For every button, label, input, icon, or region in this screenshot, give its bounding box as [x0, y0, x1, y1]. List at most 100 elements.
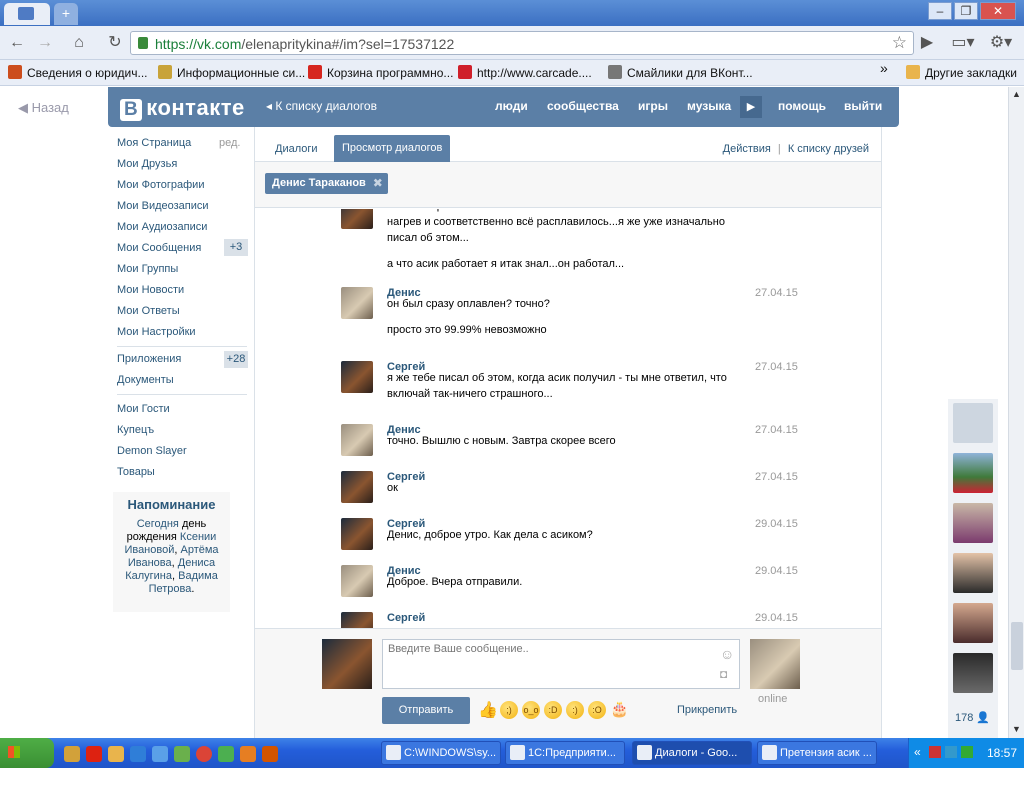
quicklaunch-icon[interactable] — [262, 746, 278, 762]
menu-item[interactable]: Мои Аудиозаписи — [117, 221, 207, 233]
play-icon[interactable]: ▶ — [916, 33, 938, 53]
peer-chip[interactable]: Денис Тараканов ✖ — [265, 173, 388, 194]
edit-link[interactable]: ред. — [219, 137, 240, 149]
friend-avatar[interactable] — [953, 553, 993, 593]
message-avatar[interactable] — [341, 209, 373, 229]
menu-item[interactable]: Мои Новости — [117, 284, 184, 296]
menu-item[interactable]: Мои Фотографии — [117, 179, 204, 191]
grin-emoji-icon[interactable]: :D — [544, 701, 562, 719]
to-dialog-list-link[interactable]: ◂ К списку диалогов — [266, 99, 377, 113]
new-tab-button[interactable]: + — [54, 3, 78, 25]
friend-avatar[interactable] — [953, 453, 993, 493]
dog-avatar-icon[interactable] — [953, 403, 993, 443]
wink-emoji-icon[interactable]: ;) — [500, 701, 518, 719]
quicklaunch-icon[interactable] — [108, 746, 124, 762]
menu-item-apps[interactable]: Приложения — [117, 353, 181, 365]
menu-item[interactable]: Мои Настройки — [117, 326, 196, 338]
reload-icon[interactable]: ↻ — [104, 33, 126, 53]
quicklaunch-icon[interactable] — [218, 746, 234, 762]
bookmark-item[interactable]: Информационные си... — [158, 65, 305, 81]
tab-view-dialogs[interactable]: Просмотр диалогов — [334, 135, 451, 162]
address-bar[interactable]: https://vk.com/elenapritykina#/im?sel=17… — [130, 31, 914, 55]
scroll-up-icon[interactable]: ▲ — [1012, 89, 1021, 99]
vk-logo[interactable]: Вконтакте — [120, 95, 245, 121]
attach-link[interactable]: Прикрепить — [677, 704, 737, 716]
quicklaunch-icon[interactable] — [64, 746, 80, 762]
menu-item[interactable]: Demon Slayer — [117, 445, 187, 457]
taskbar-button[interactable]: 1С:Предприяти... — [505, 741, 625, 765]
close-window-button[interactable]: ✕ — [980, 2, 1016, 20]
menu-item[interactable]: Товары — [117, 466, 155, 478]
nav-logout[interactable]: выйти — [844, 99, 882, 113]
tray-icon[interactable] — [961, 746, 973, 758]
tray-expand-icon[interactable]: « — [914, 745, 921, 759]
music-play-icon[interactable]: ▶ — [740, 96, 762, 118]
messages-count-badge[interactable]: +3 — [224, 239, 248, 256]
taskbar-button[interactable]: Претензия асик ... — [757, 741, 877, 765]
message-author[interactable]: Сергей — [387, 612, 425, 624]
message-input[interactable] — [382, 639, 740, 689]
thumbs-up-icon[interactable]: 👍 — [478, 700, 498, 720]
tab-dialogs[interactable]: Диалоги — [275, 143, 318, 155]
reminder-today-link[interactable]: Сегодня — [137, 518, 179, 530]
friend-avatar[interactable] — [953, 603, 993, 643]
page-menu-icon[interactable]: ▭▾ — [950, 33, 976, 53]
menu-item[interactable]: Мои Гости — [117, 403, 170, 415]
menu-item[interactable]: Мои Ответы — [117, 305, 180, 317]
send-button[interactable]: Отправить — [382, 697, 470, 724]
maximize-button[interactable]: ❐ — [954, 2, 978, 20]
close-peer-icon[interactable]: ✖ — [373, 173, 383, 194]
forward-arrow-icon[interactable]: → — [34, 33, 56, 53]
friends-count[interactable]: 178 👤 — [955, 711, 990, 724]
menu-item[interactable]: Мои Группы — [117, 263, 178, 275]
camera-icon[interactable]: ◘ — [720, 667, 727, 681]
message-avatar[interactable] — [341, 361, 373, 393]
message-avatar[interactable] — [341, 612, 373, 628]
home-icon[interactable]: ⌂ — [68, 33, 90, 53]
bookmark-item[interactable]: http://www.carcade.... — [458, 65, 592, 81]
eye-roll-emoji-icon[interactable]: o_o — [522, 701, 540, 719]
message-avatar[interactable] — [341, 471, 373, 503]
minimize-button[interactable]: – — [928, 2, 952, 20]
back-arrow-icon[interactable]: ← — [6, 33, 28, 53]
bookmarks-more-icon[interactable]: » — [880, 60, 888, 76]
opera-icon[interactable] — [86, 746, 102, 762]
quicklaunch-icon[interactable] — [240, 746, 256, 762]
actions-link[interactable]: Действия — [723, 143, 771, 155]
nav-games[interactable]: игры — [638, 99, 668, 113]
nav-music[interactable]: музыка — [687, 99, 731, 113]
wrench-icon[interactable]: ⚙▾ — [986, 33, 1016, 53]
to-friends-link[interactable]: К списку друзей — [788, 143, 869, 155]
apps-count-badge[interactable]: +28 — [224, 351, 248, 368]
nav-help[interactable]: помощь — [778, 99, 826, 113]
smile-emoji-icon[interactable]: :) — [566, 701, 584, 719]
taskbar-button[interactable]: Диалоги - Goo... — [632, 741, 752, 765]
menu-item[interactable]: Мои Видеозаписи — [117, 200, 209, 212]
bookmark-item[interactable]: Корзина программно... — [308, 65, 453, 81]
browser-tab[interactable] — [4, 3, 50, 25]
menu-item[interactable]: Мои Друзья — [117, 158, 177, 170]
nav-communities[interactable]: сообщества — [547, 99, 619, 113]
chrome-icon[interactable] — [196, 746, 212, 762]
scared-emoji-icon[interactable]: :O — [588, 701, 606, 719]
scroll-down-icon[interactable]: ▼ — [1012, 724, 1021, 734]
friend-avatar[interactable] — [953, 503, 993, 543]
message-avatar[interactable] — [341, 518, 373, 550]
other-bookmarks[interactable]: Другие закладки — [906, 65, 1017, 81]
nav-people[interactable]: люди — [495, 99, 528, 113]
menu-item[interactable]: Моя Страница — [117, 137, 191, 149]
menu-item[interactable]: Купецъ — [117, 424, 154, 436]
tray-icon[interactable] — [945, 746, 957, 758]
tray-icon[interactable] — [929, 746, 941, 758]
star-icon[interactable]: ☆ — [892, 33, 907, 53]
quicklaunch-icon[interactable] — [174, 746, 190, 762]
bookmark-item[interactable]: Сведения о юридич... — [8, 65, 148, 81]
scroll-thumb[interactable] — [1011, 622, 1023, 670]
message-avatar[interactable] — [341, 565, 373, 597]
ie-icon[interactable] — [130, 746, 146, 762]
back-link[interactable]: ◀ Назад — [18, 100, 69, 116]
message-avatar[interactable] — [341, 424, 373, 456]
menu-item[interactable]: Мои Сообщения — [117, 242, 201, 254]
bookmark-item[interactable]: Смайлики для ВКонт... — [608, 65, 753, 81]
friend-avatar[interactable] — [953, 653, 993, 693]
